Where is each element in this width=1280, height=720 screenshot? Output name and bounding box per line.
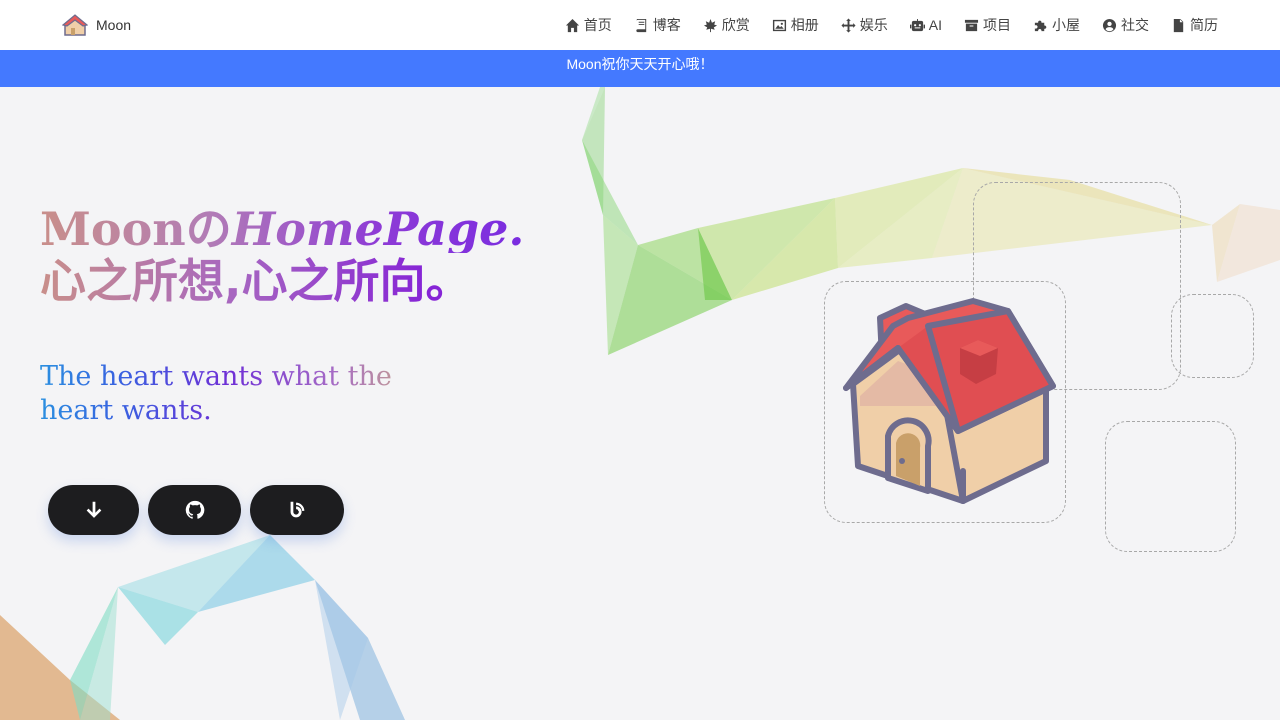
home-icon <box>565 18 579 32</box>
archive-icon <box>964 19 979 31</box>
nav-label: 娱乐 <box>859 17 888 33</box>
arrow-down-icon <box>86 501 101 518</box>
image-icon <box>772 19 786 31</box>
nav-item-appreciate[interactable]: 欣赏 <box>703 15 750 35</box>
nav-item-projects[interactable]: 项目 <box>964 15 1011 35</box>
nav-label: AI <box>928 17 942 33</box>
nav-label: 欣赏 <box>721 17 750 33</box>
nav-item-home[interactable]: 首页 <box>565 15 612 35</box>
navbar: Moon 首页 博客 欣赏 相册 娱乐 AI 项目 小屋 社交 简历 <box>0 0 1280 50</box>
gamepad-icon <box>841 17 856 33</box>
nav-item-resume[interactable]: 简历 <box>1171 15 1218 35</box>
announcement-banner: Moon祝你天天开心哦！ <box>0 50 1280 87</box>
nav-label: 相册 <box>790 17 819 33</box>
nav-label: 小屋 <box>1052 17 1080 33</box>
nav-label: 博客 <box>652 17 681 33</box>
banner-text: Moon祝你天天开心哦！ <box>566 56 714 72</box>
book-icon <box>636 18 646 32</box>
hero-title: MoonのHomePage. 心之所想,心之所向。 <box>40 205 524 306</box>
github-button[interactable] <box>148 485 241 535</box>
user-circle-icon <box>1102 18 1117 32</box>
brand[interactable]: Moon <box>62 12 131 38</box>
nav-label: 首页 <box>583 17 612 33</box>
github-icon <box>185 500 204 519</box>
decorative-dashed-box <box>1171 294 1254 378</box>
nav-item-entertainment[interactable]: 娱乐 <box>841 15 888 35</box>
nav-item-ai[interactable]: AI <box>909 17 942 33</box>
hero-subtitle: The heart wants what the heart wants. <box>40 360 460 428</box>
blog-icon <box>290 501 305 518</box>
hero-title-part2: HomePage. <box>231 202 525 256</box>
robot-icon <box>909 18 925 31</box>
nav-item-social[interactable]: 社交 <box>1102 15 1149 35</box>
blog-button[interactable] <box>250 485 344 535</box>
puzzle-icon <box>1034 20 1047 31</box>
nav-item-cabin[interactable]: 小屋 <box>1033 15 1080 35</box>
decorative-dashed-box <box>1105 421 1236 552</box>
brand-name: Moon <box>96 17 132 33</box>
nav-label: 简历 <box>1190 17 1218 33</box>
hero-title-line2: 心之所想,心之所向。 <box>40 257 524 306</box>
nav-label: 项目 <box>983 17 1011 33</box>
house-illustration <box>843 298 1056 504</box>
nav-menu: 首页 博客 欣赏 相册 娱乐 AI 项目 小屋 社交 简历 <box>565 0 1218 50</box>
nav-item-blog[interactable]: 博客 <box>634 15 681 35</box>
hero-actions <box>48 485 344 535</box>
house-logo-icon <box>62 14 88 36</box>
hero-title-part1: Moonの <box>40 202 232 256</box>
scroll-down-button[interactable] <box>48 485 139 535</box>
hero-title-line1: MoonのHomePage. <box>40 205 524 253</box>
nav-item-album[interactable]: 相册 <box>772 15 819 35</box>
nav-label: 社交 <box>1121 17 1149 33</box>
file-icon <box>1173 18 1184 32</box>
leaf-icon <box>703 18 717 32</box>
